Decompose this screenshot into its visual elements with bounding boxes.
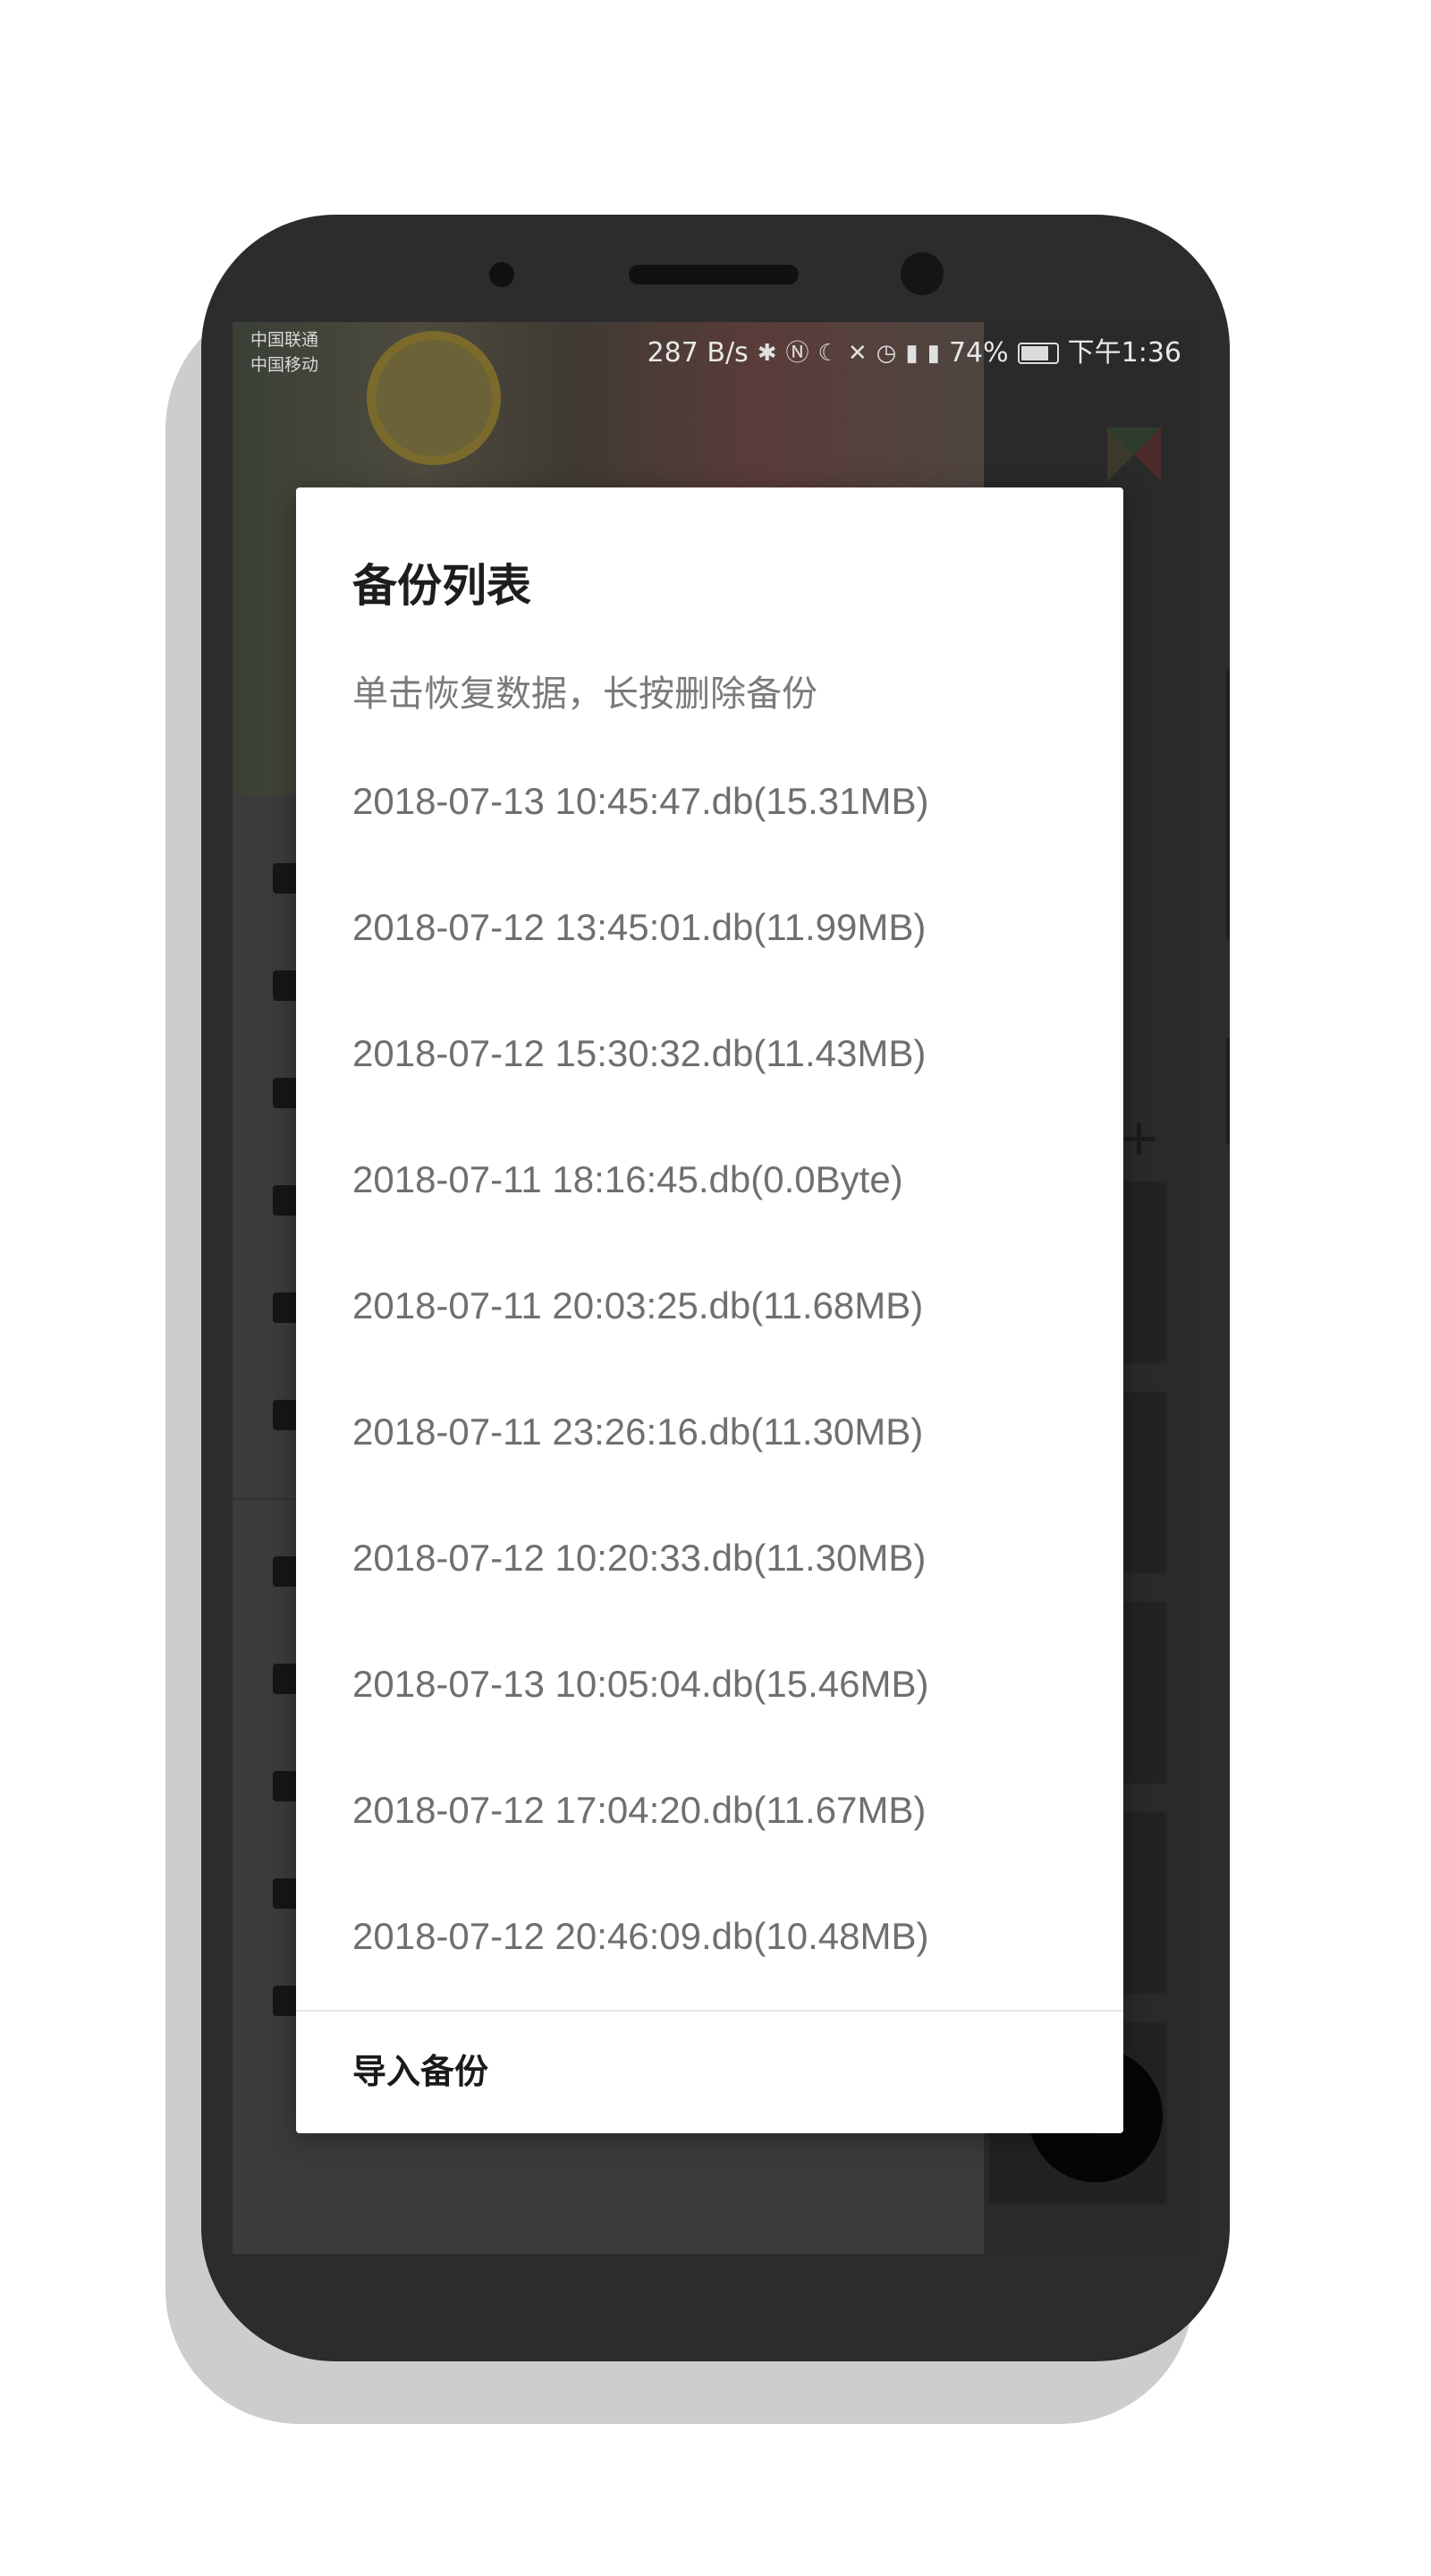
battery-percent: 74% [948, 337, 1009, 369]
net-speed: 287 B/s [647, 337, 749, 369]
backup-item[interactable]: 2018-07-13 10:05:04.db(15.46MB) [296, 1621, 1123, 1747]
signal-4g-icon: ▮ [905, 340, 919, 367]
backup-item[interactable]: 2018-07-11 18:16:45.db(0.0Byte) [296, 1116, 1123, 1242]
app-logo-icon [1107, 428, 1161, 481]
alarm-icon: ◷ [876, 340, 897, 367]
status-bar: 中国联通 中国移动 287 B/s ✱ Ⓝ ☾ ✕ ◷ ▮ ▮ 74% 下午1:… [233, 322, 1194, 385]
moon-icon: ☾ [817, 340, 839, 367]
nfc-icon: Ⓝ [785, 340, 809, 367]
backup-item[interactable]: 2018-07-12 13:45:01.db(11.99MB) [296, 864, 1123, 990]
backup-list: 2018-07-13 10:45:47.db(15.31MB) 2018-07-… [296, 738, 1123, 1999]
backup-item[interactable]: 2018-07-11 23:26:16.db(11.30MB) [296, 1368, 1123, 1495]
backup-item[interactable]: 2018-07-12 10:20:33.db(11.30MB) [296, 1495, 1123, 1621]
carrier-2: 中国移动 [250, 355, 319, 375]
backup-item[interactable]: 2018-07-12 17:04:20.db(11.67MB) [296, 1747, 1123, 1873]
backup-list-dialog: 备份列表 单击恢复数据，长按删除备份 2018-07-13 10:45:47.d… [296, 487, 1123, 2133]
sensor-dot [489, 262, 514, 287]
backup-item[interactable]: 2018-07-12 15:30:32.db(11.43MB) [296, 990, 1123, 1116]
mute-icon: ✕ [847, 340, 868, 367]
import-backup-button[interactable]: 导入备份 [352, 2028, 488, 2108]
volume-button [1226, 671, 1230, 939]
carrier-1: 中国联通 [250, 330, 319, 350]
battery-icon [1017, 343, 1059, 364]
signal-2g-icon: ▮ [927, 340, 940, 367]
dialog-title: 备份列表 [352, 560, 531, 612]
dialog-subtitle: 单击恢复数据，长按删除备份 [352, 674, 817, 715]
status-indicators: 287 B/s ✱ Ⓝ ☾ ✕ ◷ ▮ ▮ 74% 下午1:36 [648, 333, 1181, 374]
backup-item[interactable]: 2018-07-13 10:45:47.db(15.31MB) [296, 738, 1123, 864]
bluetooth-icon: ✱ [757, 340, 777, 367]
power-button [1226, 1038, 1230, 1145]
front-camera [901, 252, 944, 295]
dialog-divider [296, 2010, 1123, 2012]
status-time: 下午1:36 [1067, 337, 1181, 369]
carrier-info: 中国联通 中国移动 [250, 327, 318, 377]
backup-item[interactable]: 2018-07-11 20:03:25.db(11.68MB) [296, 1242, 1123, 1368]
backup-item[interactable]: 2018-07-12 20:46:09.db(10.48MB) [296, 1873, 1123, 1999]
earpiece-speaker [629, 265, 799, 284]
add-icon[interactable]: + [1118, 1109, 1160, 1167]
